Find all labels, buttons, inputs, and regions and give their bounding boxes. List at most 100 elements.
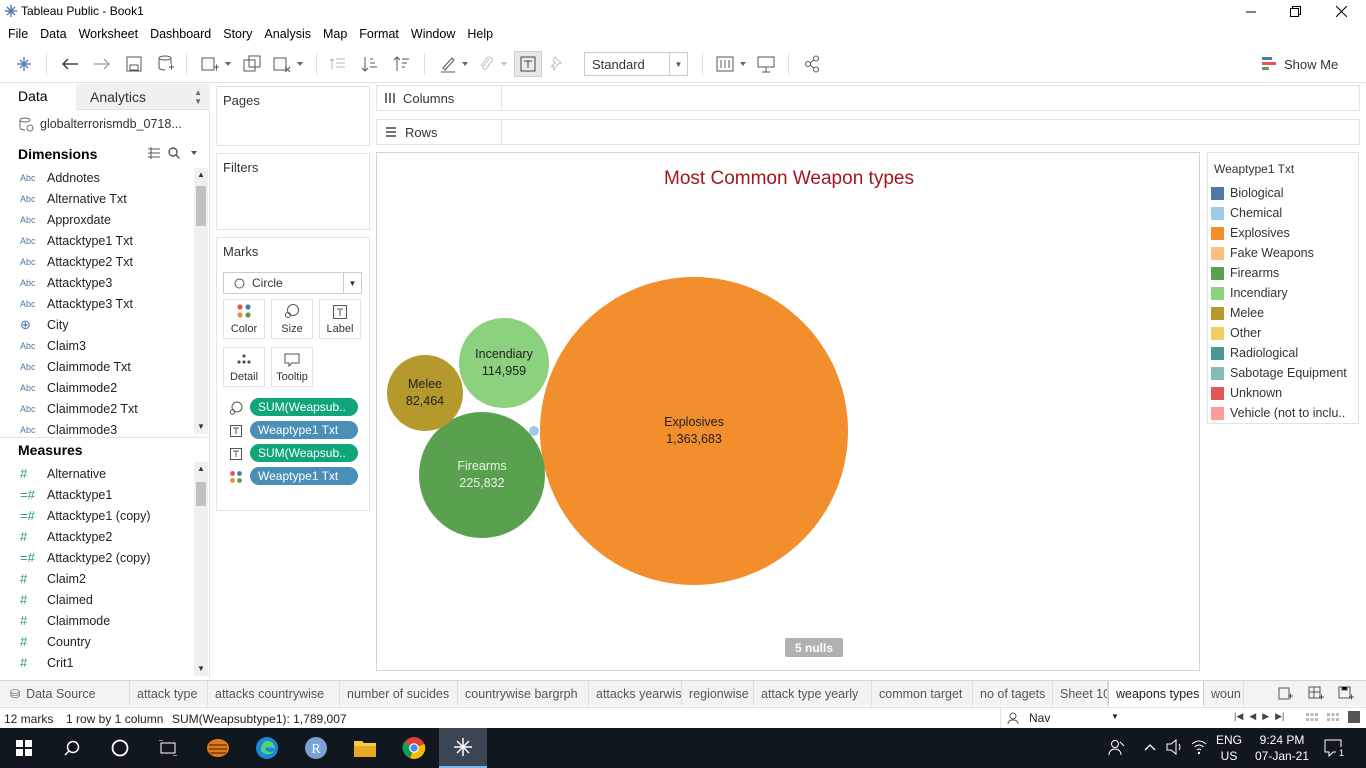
redo-icon[interactable] <box>92 54 112 74</box>
field-item[interactable]: ⊕ City <box>20 314 69 335</box>
tab-analytics[interactable]: Analytics ▲ ▼ <box>76 84 210 110</box>
dropdown-icon[interactable] <box>459 54 471 74</box>
file-explorer-icon[interactable] <box>341 728 389 768</box>
save-icon[interactable] <box>124 54 144 74</box>
tableau-taskbar-icon[interactable] <box>439 728 487 768</box>
menu-analysis[interactable]: Analysis <box>264 27 319 41</box>
cortana-icon[interactable] <box>96 728 144 768</box>
field-item[interactable]: Abc Attacktype3 <box>20 272 112 293</box>
language-indicator[interactable]: ENG US <box>1212 732 1246 764</box>
legend-item[interactable]: Unknown <box>1211 383 1282 403</box>
label-pill[interactable]: Weaptype1 Txt <box>250 421 358 439</box>
field-item[interactable]: Abc Attacktype3 Txt <box>20 293 133 314</box>
sheet-tab[interactable]: attack type yearly <box>754 681 872 706</box>
presentation-mode-icon[interactable] <box>756 54 776 74</box>
sheet-tab[interactable]: attacks yearwise <box>589 681 682 706</box>
duplicate-sheet-icon[interactable] <box>242 54 262 74</box>
new-worksheet-icon[interactable] <box>200 54 220 74</box>
dimensions-scrollbar[interactable]: ▲ ▼ <box>194 168 208 434</box>
fit-select[interactable]: Standard ▼ <box>584 52 688 76</box>
field-item[interactable]: # Attacktype2 <box>20 526 112 547</box>
close-button[interactable] <box>1318 0 1364 23</box>
legend-item[interactable]: Incendiary <box>1211 283 1288 303</box>
chevron-down-icon[interactable] <box>188 147 200 159</box>
scroll-up-icon[interactable]: ▲ <box>197 170 205 179</box>
scroll-down-icon[interactable]: ▼ <box>197 664 205 673</box>
filters-card[interactable]: Filters <box>216 153 370 230</box>
minimize-button[interactable] <box>1228 0 1274 23</box>
tooltip-button[interactable]: Tooltip <box>271 347 313 387</box>
show-mark-labels-icon[interactable] <box>514 51 542 77</box>
scroll-down-icon[interactable]: ▼ <box>197 422 205 431</box>
sheet-tab[interactable]: woun <box>1204 681 1244 706</box>
sort-descending-icon[interactable] <box>392 54 412 74</box>
group-members-icon[interactable] <box>476 54 496 74</box>
tableau-home-icon[interactable] <box>14 54 34 74</box>
list-view-icon[interactable] <box>148 147 160 159</box>
legend-item[interactable]: Other <box>1211 323 1261 343</box>
restore-button[interactable] <box>1272 0 1318 23</box>
bubble-chemical[interactable] <box>529 426 539 436</box>
share-icon[interactable] <box>802 54 822 74</box>
dropdown-icon[interactable] <box>498 54 510 74</box>
new-worksheet-icon[interactable] <box>1278 685 1294 701</box>
menu-data[interactable]: Data <box>40 27 74 41</box>
menu-format[interactable]: Format <box>359 27 407 41</box>
scroll-up-icon[interactable]: ▲ <box>197 464 205 473</box>
detail-button[interactable]: Detail <box>223 347 265 387</box>
sort-ascending-icon[interactable] <box>360 54 380 74</box>
field-item[interactable]: Abc Claim3 <box>20 335 86 356</box>
sheet-tab[interactable]: Sheet 10 <box>1053 681 1108 706</box>
field-item[interactable]: Abc Approxdate <box>20 209 111 230</box>
bubble-melee[interactable]: Melee 82,464 <box>387 355 463 431</box>
bubble-incendiary[interactable]: Incendiary 114,959 <box>459 318 549 408</box>
dropdown-icon[interactable] <box>737 54 749 74</box>
first-sheet-icon[interactable]: |◀ <box>1234 711 1243 722</box>
size-button[interactable]: Size <box>271 299 313 339</box>
search-icon[interactable] <box>48 728 96 768</box>
menu-worksheet[interactable]: Worksheet <box>79 27 147 41</box>
dropdown-icon[interactable] <box>222 54 234 74</box>
highlight-icon[interactable] <box>438 54 458 74</box>
nulls-indicator[interactable]: 5 nulls <box>785 638 843 657</box>
sheet-tab[interactable]: attacks countrywise <box>208 681 340 706</box>
legend-item[interactable]: Radiological <box>1211 343 1298 363</box>
people-icon[interactable] <box>1108 739 1126 760</box>
field-item[interactable]: # Alternative <box>20 463 106 484</box>
filmstrip-view-icon[interactable] <box>1306 711 1318 723</box>
menu-file[interactable]: File <box>8 27 36 41</box>
menu-dashboard[interactable]: Dashboard <box>150 27 219 41</box>
field-item[interactable]: =# Attacktype2 (copy) <box>20 547 151 568</box>
datasource-item[interactable]: globalterrorismdb_0718... <box>18 116 182 132</box>
sheet-tab[interactable]: number of sucides <box>340 681 458 706</box>
next-sheet-icon[interactable]: ▶ <box>1262 711 1269 722</box>
bubble-explosives[interactable]: Explosives 1,363,683 <box>540 277 848 585</box>
menu-help[interactable]: Help <box>467 27 501 41</box>
field-item[interactable]: # Country <box>20 631 91 652</box>
swap-icon[interactable] <box>328 54 348 74</box>
field-item[interactable]: # Crit1 <box>20 652 73 673</box>
field-item[interactable]: # Claimmode <box>20 610 110 631</box>
fix-axes-icon[interactable] <box>548 54 568 74</box>
bubble-firearms[interactable]: Firearms 225,832 <box>419 412 545 538</box>
last-sheet-icon[interactable]: ▶| <box>1275 711 1284 722</box>
pages-card[interactable]: Pages <box>216 86 370 146</box>
legend-item[interactable]: Biological <box>1211 183 1284 203</box>
prev-sheet-icon[interactable]: ◀ <box>1249 711 1256 722</box>
columns-shelf[interactable]: Columns <box>376 85 1360 111</box>
network-icon[interactable] <box>1190 739 1208 758</box>
field-item[interactable]: Abc Claimmode Txt <box>20 356 131 377</box>
chrome-icon[interactable] <box>390 728 438 768</box>
color-pill[interactable]: Weaptype1 Txt <box>250 467 358 485</box>
sheet-tab[interactable]: countrywise bargrph <box>458 681 589 706</box>
color-button[interactable]: Color <box>223 299 265 339</box>
sheet-tab[interactable]: no of tagets <box>973 681 1053 706</box>
show-me-button[interactable]: Show Me <box>1262 54 1362 74</box>
sheet-sorter-icon[interactable] <box>1348 711 1360 723</box>
tab-data[interactable]: Data <box>0 84 76 110</box>
new-dashboard-icon[interactable] <box>1308 685 1324 701</box>
label-button[interactable]: Label <box>319 299 361 339</box>
volume-icon[interactable] <box>1166 738 1184 758</box>
mark-type-select[interactable]: Circle ▼ <box>223 272 362 294</box>
field-item[interactable]: Abc Attacktype1 Txt <box>20 230 133 251</box>
